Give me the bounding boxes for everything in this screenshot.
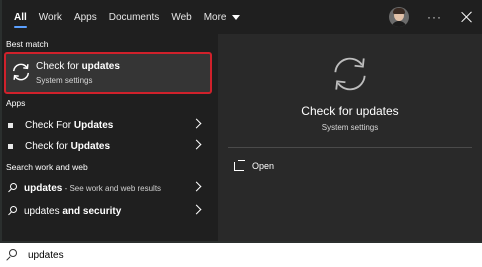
- open-label: Open: [252, 161, 275, 171]
- app-result-2[interactable]: Check for Updates: [2, 136, 212, 156]
- tab-web[interactable]: Web: [165, 0, 197, 34]
- results-list: Best match Check for updates System sett…: [2, 34, 212, 241]
- open-icon: [234, 159, 245, 171]
- filter-tab-bar: All Work Apps Documents Web More ···: [2, 0, 482, 34]
- taskbar-search-box[interactable]: updates: [0, 243, 482, 267]
- search-icon: [6, 249, 18, 261]
- refresh-icon: [12, 63, 30, 81]
- caret-down-icon: [231, 14, 240, 20]
- web-result-label: updates - See work and web results: [24, 182, 162, 194]
- app-icon: [8, 143, 13, 149]
- app-icon: [8, 122, 13, 128]
- web-result-label: updates and security: [24, 205, 122, 217]
- chevron-right-icon[interactable]: [191, 118, 202, 129]
- tab-more[interactable]: More: [198, 0, 246, 34]
- search-input[interactable]: updates: [28, 250, 64, 261]
- chevron-right-icon[interactable]: [191, 139, 202, 150]
- divider: [228, 147, 472, 148]
- search-icon: [8, 183, 18, 193]
- web-header: Search work and web: [6, 161, 88, 172]
- more-options-icon[interactable]: ···: [427, 10, 442, 24]
- close-icon[interactable]: [458, 8, 476, 26]
- open-action[interactable]: Open: [234, 159, 275, 171]
- tab-documents[interactable]: Documents: [103, 0, 166, 34]
- tab-all[interactable]: All: [8, 0, 33, 34]
- chevron-right-icon[interactable]: [191, 181, 202, 192]
- web-result-1[interactable]: updates - See work and web results: [2, 178, 212, 198]
- tab-work[interactable]: Work: [33, 0, 68, 34]
- refresh-icon: [334, 57, 366, 91]
- best-match-title: Check for updates: [36, 61, 120, 72]
- search-icon: [8, 206, 18, 216]
- apps-header: Apps: [6, 97, 26, 108]
- app-result-label: Check for Updates: [25, 140, 111, 152]
- avatar[interactable]: [389, 7, 409, 27]
- preview-title: Check for updates: [301, 104, 399, 118]
- preview-subtitle: System settings: [321, 123, 379, 132]
- best-match-header: Best match: [6, 38, 49, 49]
- chevron-right-icon[interactable]: [191, 204, 202, 215]
- tab-more-label: More: [203, 11, 227, 23]
- best-match-subtitle: System settings: [36, 76, 93, 85]
- app-result-label: Check For Updates: [25, 119, 114, 131]
- search-window: All Work Apps Documents Web More ··· Bes…: [2, 0, 482, 241]
- app-result-1[interactable]: Check For Updates: [2, 115, 212, 135]
- best-match-result[interactable]: Check for updates System settings: [4, 52, 212, 94]
- preview-pane: Check for updates System settings Open: [218, 34, 482, 241]
- web-result-2[interactable]: updates and security: [2, 201, 212, 221]
- tab-apps[interactable]: Apps: [68, 0, 103, 34]
